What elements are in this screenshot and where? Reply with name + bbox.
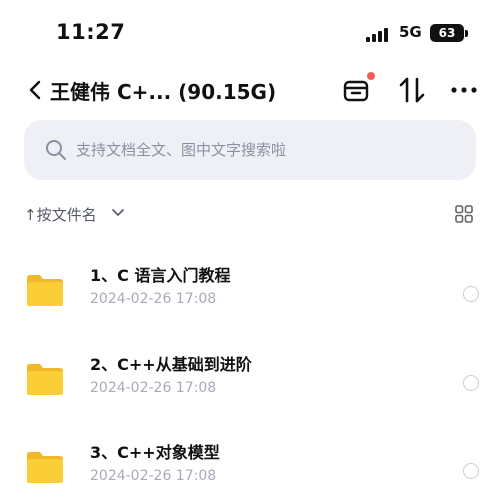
more-icon[interactable] (448, 74, 480, 106)
status-bar: 11:27 5G 63 (0, 0, 500, 64)
search-icon (46, 140, 66, 160)
sort-by-name-button[interactable]: ↑按文件名 (24, 204, 97, 225)
battery-icon: 63 (430, 24, 464, 42)
folder-icon (27, 275, 63, 306)
folder-icon (27, 364, 63, 395)
file-name: 3、C++对象模型 (90, 443, 220, 462)
file-date: 2024-02-26 17:08 (90, 468, 217, 484)
signal-icon (366, 26, 388, 42)
file-date: 2024-02-26 17:08 (90, 380, 217, 396)
file-name: 2、C++从基础到进阶 (90, 355, 252, 374)
file-name: 1、C 语言入门教程 (90, 266, 231, 285)
back-icon[interactable] (26, 78, 46, 102)
notification-dot (367, 72, 375, 80)
select-radio[interactable] (463, 286, 479, 302)
status-time: 11:27 (56, 20, 126, 44)
list-item[interactable]: 3、C++对象模型 2024-02-26 17:08 (0, 429, 500, 500)
sort-icon[interactable] (396, 74, 428, 106)
grid-view-icon[interactable] (454, 204, 474, 224)
battery-level: 63 (438, 26, 456, 40)
select-radio[interactable] (463, 463, 479, 479)
folder-icon (27, 452, 63, 483)
file-date: 2024-02-26 17:08 (90, 291, 217, 307)
header: 王健伟 C+... (90.15G) (0, 66, 500, 114)
chevron-down-icon[interactable] (112, 208, 124, 218)
sort-bar: ↑按文件名 (0, 200, 500, 228)
search-input[interactable]: 支持文档全文、图中文字搜索啦 (24, 120, 476, 180)
list-item[interactable]: 1、C 语言入门教程 2024-02-26 17:08 (0, 252, 500, 332)
list-item[interactable]: 2、C++从基础到进阶 2024-02-26 17:08 (0, 341, 500, 421)
network-type: 5G (399, 23, 422, 41)
search-placeholder: 支持文档全文、图中文字搜索啦 (76, 141, 287, 159)
battery-cap (465, 30, 468, 37)
select-radio[interactable] (463, 375, 479, 391)
page-title: 王健伟 C+... (90.15G) (50, 80, 277, 104)
